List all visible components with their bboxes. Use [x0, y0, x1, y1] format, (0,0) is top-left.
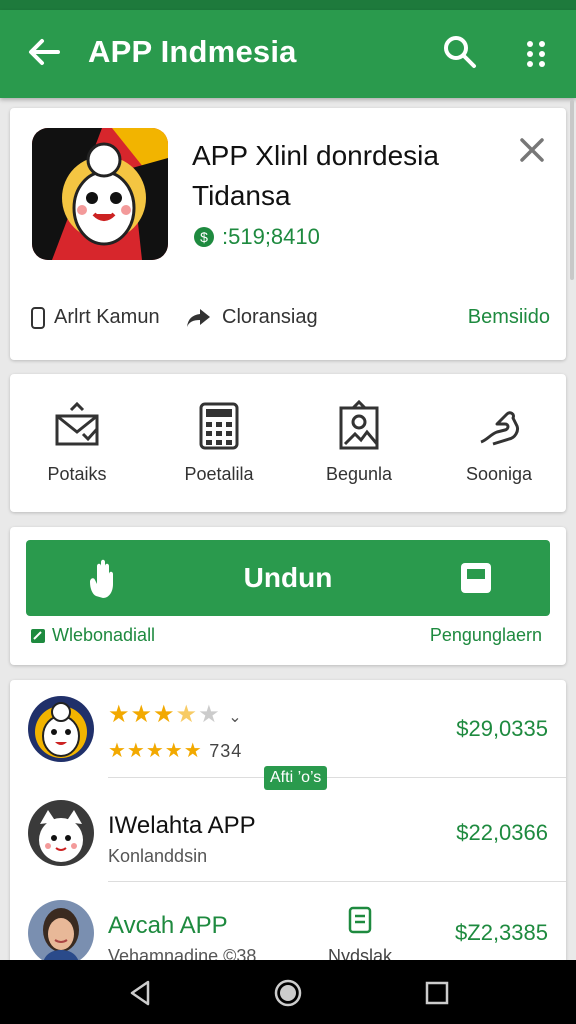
- meta-left-label: Arlrt Kamun: [54, 306, 160, 328]
- share-arrow-icon: [187, 308, 210, 327]
- status-bar: [0, 0, 576, 10]
- nav-back-icon[interactable]: [126, 978, 156, 1008]
- currency-icon: $: [194, 227, 214, 247]
- app-name-line1: APP Xlinl donrdesia: [192, 140, 439, 171]
- app-mascot-icon[interactable]: [32, 128, 168, 260]
- app-name: APP Xlinl donrdesia Tidansa: [192, 136, 439, 216]
- install-button[interactable]: Undun: [26, 540, 550, 616]
- meta-share[interactable]: Cloransiag: [186, 306, 318, 329]
- back-arrow-icon[interactable]: [24, 32, 64, 72]
- leaf-badge-icon: [31, 628, 45, 643]
- app-info-card: APP Xlinl donrdesia Tidansa $ :519;8410 …: [10, 108, 566, 360]
- app-list-card: ★★★★★ ⌄ ★★★★★ 734 $29,0335 Afti ’o’s IWe…: [10, 680, 566, 980]
- app-meta-row: Arlrt Kamun Cloransiag Bemsiido: [30, 306, 550, 336]
- rating-stars-bottom: ★★★★★ 734: [108, 740, 243, 762]
- hand-share-icon: [480, 411, 519, 446]
- feature-item-4[interactable]: Sooniga: [434, 400, 564, 485]
- features-card: Potaiks Poetalila Begunla Sooniga: [10, 374, 566, 512]
- feature-label-3: Begunla: [325, 464, 393, 484]
- install-sub-left[interactable]: Wlebonadiall: [30, 625, 155, 646]
- list-item-name: IWelahta APP: [108, 812, 256, 839]
- list-item-sub: Konlanddѕin: [108, 846, 208, 866]
- rating-count: 734: [209, 741, 243, 761]
- meta-left[interactable]: Arlrt Kamun: [30, 306, 160, 329]
- system-nav-bar: [0, 960, 576, 1024]
- avatar: [28, 800, 94, 866]
- mail-check-icon: [55, 401, 99, 446]
- list-item[interactable]: IWelahta APP Konlanddѕin $22,0366: [10, 784, 566, 882]
- avatar: [28, 900, 94, 966]
- search-icon[interactable]: [440, 32, 480, 72]
- svg-text:$: $: [200, 229, 208, 245]
- app-name-line2: Tidansa: [192, 180, 291, 211]
- calculator-icon: [199, 402, 239, 450]
- feature-label-4: Sooniga: [465, 464, 533, 484]
- feature-item-3[interactable]: Begunla: [294, 400, 424, 485]
- storage-icon: [461, 563, 491, 593]
- row-divider: [108, 777, 566, 778]
- list-price: $22,0366: [456, 820, 548, 845]
- row-divider: [108, 881, 566, 882]
- app-price: $ :519;8410: [192, 224, 320, 250]
- phone-icon: [31, 306, 45, 329]
- install-card: Undun Wlebonadiall Pengunglaern: [10, 527, 566, 665]
- list-price: $Z2,3385: [455, 920, 548, 945]
- more-options-icon[interactable]: [520, 36, 552, 72]
- install-sub-left-label: Wlebonadiall: [52, 625, 156, 645]
- close-icon[interactable]: [516, 134, 548, 166]
- scrollbar[interactable]: [570, 100, 574, 280]
- image-badge-icon: [339, 400, 379, 450]
- page-title: APP Indmesia: [88, 34, 297, 69]
- feature-label-1: Potaiks: [47, 464, 107, 484]
- app-bar: APP Indmesia: [0, 10, 576, 98]
- install-sub-right[interactable]: Pengunglaern: [430, 625, 542, 646]
- feature-item-1[interactable]: Potaiks: [12, 400, 142, 485]
- feature-label-2: Poetalila: [184, 464, 254, 484]
- avatar: [28, 696, 94, 762]
- nav-recents-icon[interactable]: [422, 978, 452, 1008]
- meta-share-label: Cloransiag: [222, 306, 318, 328]
- list-price: $29,0335: [456, 716, 548, 741]
- meta-right-link[interactable]: Bemsiido: [468, 306, 550, 329]
- app-price-value: :519;8410: [222, 224, 320, 249]
- nav-home-icon[interactable]: [273, 978, 303, 1008]
- list-item-name: Avcah APP: [108, 912, 228, 939]
- rating-stars-top: ★★★★★ ⌄: [108, 701, 243, 728]
- list-item[interactable]: ★★★★★ ⌄ ★★★★★ 734 $29,0335: [10, 680, 566, 778]
- document-icon: [348, 906, 372, 934]
- feature-item-2[interactable]: Poetalila: [154, 400, 284, 485]
